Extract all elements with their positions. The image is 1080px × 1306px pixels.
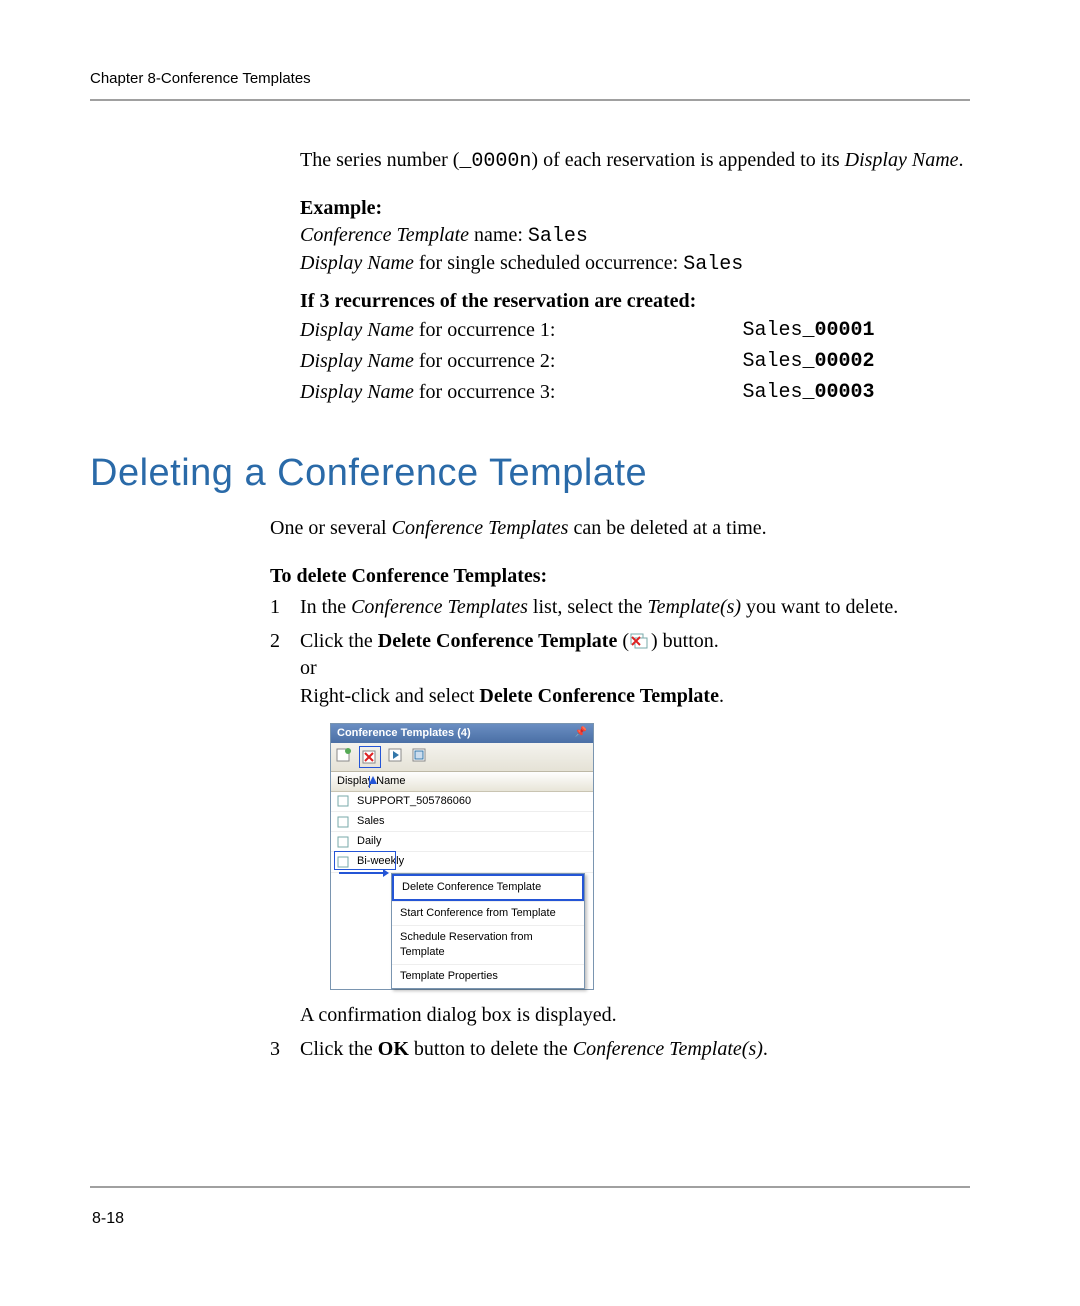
- context-menu-item-properties[interactable]: Template Properties: [392, 964, 584, 988]
- table-row: Display Name for occurrence 2: Sales_000…: [300, 346, 970, 377]
- procedure-heading: To delete Conference Templates:: [270, 563, 970, 591]
- text: Conference Template(s): [573, 1038, 763, 1060]
- text: for occurrence 3:: [414, 381, 556, 403]
- list-item-label: Bi-weekly: [357, 854, 404, 869]
- step-number: 3: [270, 1036, 300, 1064]
- step-number: 1: [270, 594, 300, 622]
- text: name:: [469, 224, 528, 246]
- text: Display Name: [300, 319, 414, 341]
- context-menu-item-delete[interactable]: Delete Conference Template: [392, 874, 584, 901]
- example-line-2: Display Name for single scheduled occurr…: [300, 250, 970, 278]
- step-2-result: A confirmation dialog box is displayed.: [300, 1002, 970, 1030]
- text: for occurrence 2:: [414, 350, 556, 372]
- series-number-paragraph: The series number (_0000n) of each reser…: [300, 147, 970, 175]
- text: .: [719, 685, 724, 707]
- list-item[interactable]: Sales: [331, 812, 593, 832]
- step-number: 2: [270, 628, 300, 1030]
- text: Display Name: [300, 350, 414, 372]
- text: Sales: [742, 350, 802, 373]
- step-2: 2 Click the Delete Conference Template (…: [270, 628, 970, 1030]
- context-menu-item-schedule[interactable]: Schedule Reservation from Template: [392, 925, 584, 964]
- text: Conference Templates: [351, 596, 528, 618]
- step-1: 1 In the Conference Templates list, sele…: [270, 594, 970, 622]
- template-item-icon: [337, 835, 351, 849]
- text: Display Name: [300, 381, 414, 403]
- template-item-icon: [337, 794, 351, 808]
- section-intro: One or several Conference Templates can …: [270, 515, 970, 543]
- pin-icon[interactable]: 📌: [575, 726, 587, 740]
- column-header-text: Display Name: [337, 775, 405, 787]
- text: Template(s): [647, 596, 741, 618]
- text: Delete Conference Template: [378, 630, 618, 652]
- text: Click the: [300, 1038, 378, 1060]
- text: ) button.: [651, 630, 719, 652]
- list-item-label: Daily: [357, 834, 381, 849]
- text: Sales: [742, 381, 802, 404]
- list-item-label: SUPPORT_505786060: [357, 794, 471, 809]
- text: button to delete the: [409, 1038, 573, 1060]
- text: .: [763, 1038, 768, 1060]
- text: or: [300, 657, 317, 679]
- footer-rule: [90, 1186, 970, 1188]
- text: Sales: [742, 319, 802, 342]
- text: Conference Template: [300, 224, 469, 246]
- context-menu-item-start[interactable]: Start Conference from Template: [392, 901, 584, 925]
- page-number: 8-18: [92, 1210, 124, 1228]
- panel-titlebar[interactable]: Conference Templates (4) 📌: [331, 724, 593, 743]
- header-rule: [90, 99, 970, 101]
- list-item[interactable]: SUPPORT_505786060: [331, 792, 593, 812]
- text: Sales: [683, 253, 743, 276]
- text: Click the: [300, 630, 378, 652]
- text: _00003: [803, 381, 875, 404]
- series-code: _0000n: [459, 150, 531, 173]
- delete-template-toolbar-icon[interactable]: [359, 746, 381, 768]
- running-header: Chapter 8-Conference Templates: [90, 70, 970, 87]
- schedule-reservation-icon[interactable]: [411, 746, 429, 764]
- panel-title: Conference Templates (4): [337, 726, 471, 741]
- text: Delete Conference Template: [479, 685, 719, 707]
- text: Display Name: [300, 252, 414, 274]
- delete-conference-template-icon: [629, 631, 651, 649]
- display-name-term: Display Name: [845, 149, 959, 171]
- list-item[interactable]: Daily: [331, 832, 593, 852]
- occurrences-table: Display Name for occurrence 1: Sales_000…: [300, 315, 970, 408]
- panel-toolbar: [331, 743, 593, 772]
- conference-templates-panel: Conference Templates (4) 📌 Display Name: [330, 723, 594, 991]
- text: for occurrence 1:: [414, 319, 556, 341]
- text: In the: [300, 596, 351, 618]
- text: can be deleted at a time.: [568, 517, 766, 539]
- column-header-display-name[interactable]: Display Name: [331, 772, 593, 792]
- new-template-icon[interactable]: [335, 746, 353, 764]
- text: Sales: [528, 225, 588, 248]
- text: for single scheduled occurrence:: [414, 252, 683, 274]
- text: The series number (: [300, 149, 459, 171]
- list-item-selected[interactable]: Bi-weekly: [331, 852, 593, 872]
- recurrences-heading: If 3 recurrences of the reservation are …: [300, 288, 970, 315]
- template-item-icon: [337, 815, 351, 829]
- table-row: Display Name for occurrence 1: Sales_000…: [300, 315, 970, 346]
- template-item-icon: [337, 855, 351, 869]
- text: (: [617, 630, 629, 652]
- example-line-1: Conference Template name: Sales: [300, 222, 970, 250]
- text: ) of each reservation is appended to its: [531, 149, 844, 171]
- section-title: Deleting a Conference Template: [90, 452, 970, 495]
- text: Conference Templates: [392, 517, 569, 539]
- text: _00001: [803, 319, 875, 342]
- text: list, select the: [528, 596, 647, 618]
- table-row: Display Name for occurrence 3: Sales_000…: [300, 377, 970, 408]
- text: .: [959, 149, 964, 171]
- text: One or several: [270, 517, 392, 539]
- context-menu: Delete Conference Template Start Confere…: [391, 873, 585, 990]
- list-item-label: Sales: [357, 814, 385, 829]
- step-3: 3 Click the OK button to delete the Conf…: [270, 1036, 970, 1064]
- text: you want to delete.: [741, 596, 898, 618]
- start-conference-icon[interactable]: [387, 746, 405, 764]
- text: _00002: [803, 350, 875, 373]
- text: OK: [378, 1038, 409, 1060]
- text: Right-click and select: [300, 685, 479, 707]
- example-label: Example:: [300, 195, 970, 222]
